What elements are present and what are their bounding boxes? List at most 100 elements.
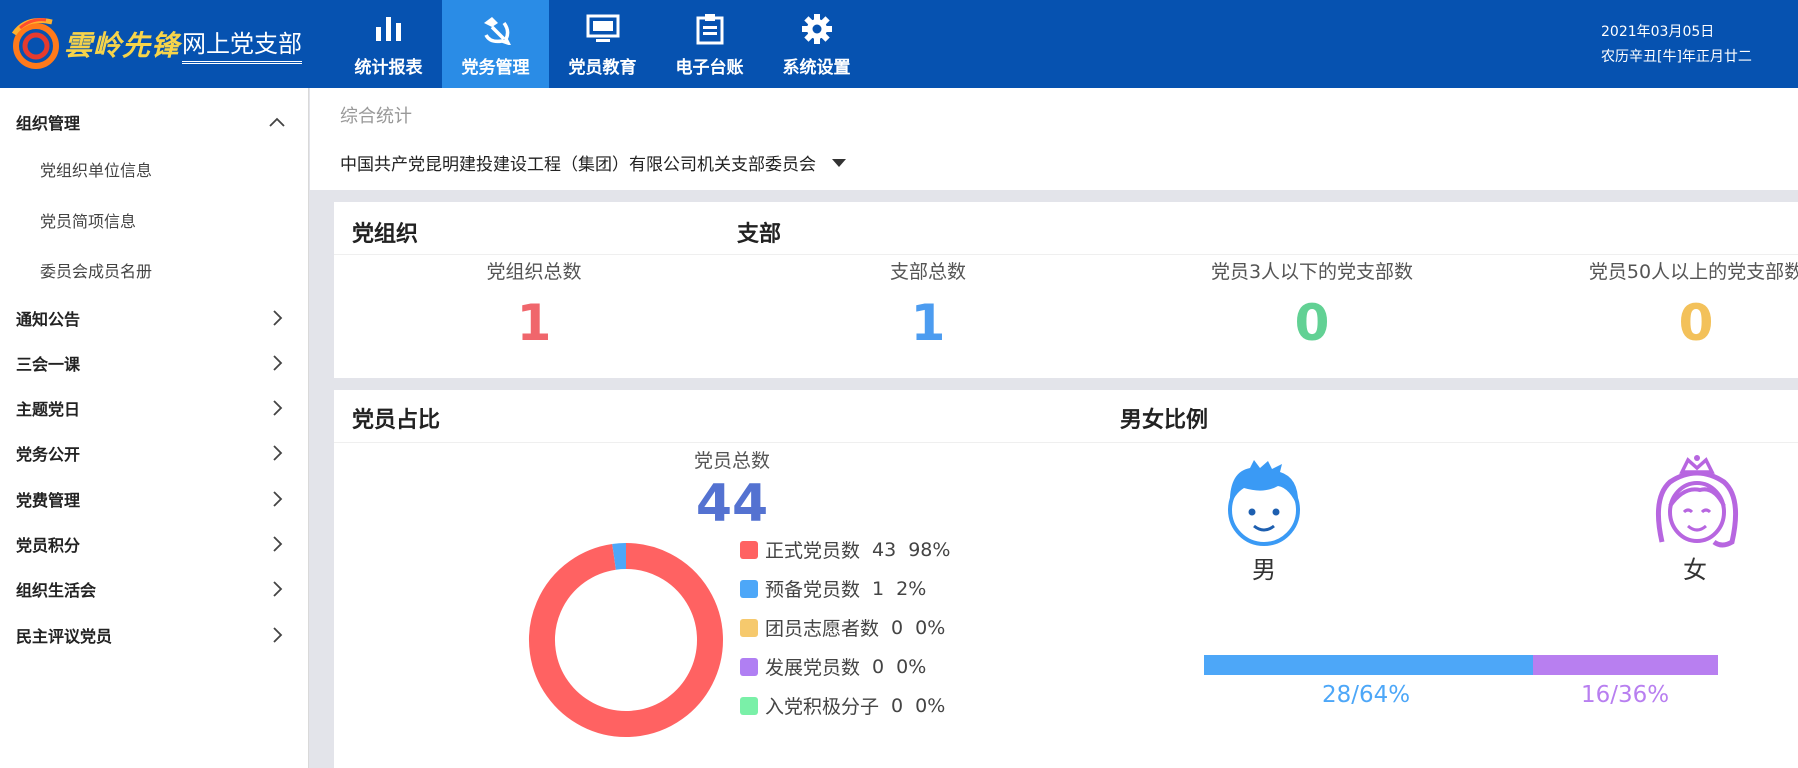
legend-count: 43 [872, 538, 897, 561]
male-label: 男 [1252, 556, 1276, 584]
member-donut-chart [529, 543, 723, 737]
legend-label: 预备党员数 [765, 579, 861, 601]
top-bar: 雲岭先锋 网上党支部 统计报表 党务管理 党员教育 电子台账 系统设置 2021… [0, 0, 1798, 88]
sidebar-item-label: 党务公开 [16, 445, 81, 464]
gear-icon [799, 11, 835, 47]
sidebar-item-notices[interactable]: 通知公告 [0, 298, 309, 338]
legend-label: 入党积极分子 [765, 696, 880, 718]
donut-slice-0[interactable] [529, 543, 723, 737]
sidebar-item-label: 三会一课 [16, 355, 81, 374]
sidebar-group-label: 组织管理 [16, 114, 81, 133]
member-legend: 正式党员数 43 98% 预备党员数 1 2% 团员志愿者数 0 0% 发展党员… [740, 530, 950, 725]
org-stats-card: 党组织 支部 党组织总数 1 支部总数 1 党员3人以下的党支部数 0 党员50… [334, 202, 1798, 378]
sidebar-item-label: 党员积分 [16, 536, 81, 555]
stat-label: 党组织总数 [486, 261, 582, 283]
stat-label: 支部总数 [889, 261, 966, 283]
legend-item-probationary[interactable]: 预备党员数 1 2% [740, 569, 950, 608]
legend-item-formal[interactable]: 正式党员数 43 98% [740, 530, 950, 569]
nav-label: 统计报表 [354, 57, 423, 78]
male-ratio-text: 28/64% [1322, 682, 1411, 708]
sidebar-item-label: 组织生活会 [16, 581, 97, 600]
chevron-right-icon [273, 491, 283, 507]
sidebar-item-dues[interactable]: 党费管理 [0, 479, 309, 519]
sidebar-item-org-unit-info[interactable]: 党组织单位信息 [0, 149, 309, 189]
stat-value: 1 [910, 294, 946, 352]
legend-count: 1 [872, 577, 885, 600]
sidebar-item-committee-roster[interactable]: 委员会成员名册 [0, 250, 309, 290]
main-nav: 统计报表 党务管理 党员教育 电子台账 系统设置 [335, 0, 870, 88]
female-label: 女 [1683, 556, 1707, 584]
legend-percent: 2% [896, 577, 927, 600]
legend-count: 0 [891, 694, 904, 717]
sidebar-item-label: 主题党日 [16, 400, 81, 419]
lunar-date: 农历辛丑[牛]年正月廿二 [1601, 49, 1752, 65]
stat-branch-over-50: 党员50人以上的党支部数 0 [1496, 257, 1798, 352]
stat-value: 1 [516, 294, 552, 352]
nav-e-ledger[interactable]: 电子台账 [656, 0, 763, 88]
sidebar-item-label: 党员简项信息 [40, 212, 137, 231]
solar-date: 2021年03月05日 [1601, 24, 1715, 40]
sidebar-item-points[interactable]: 党员积分 [0, 524, 309, 564]
sidebar-group-org-management[interactable]: 组织管理 [0, 102, 309, 142]
legend-item-activist[interactable]: 入党积极分子 0 0% [740, 686, 950, 725]
chevron-right-icon [273, 310, 283, 326]
sidebar-item-member-brief-info[interactable]: 党员简项信息 [0, 200, 309, 240]
donut-slice-1[interactable] [612, 543, 627, 570]
legend-item-development[interactable]: 发展党员数 0 0% [740, 647, 950, 686]
legend-label: 团员志愿者数 [765, 618, 880, 640]
stat-label: 党员3人以下的党支部数 [1210, 261, 1414, 283]
nav-member-education[interactable]: 党员教育 [549, 0, 656, 88]
chevron-right-icon [273, 445, 283, 461]
logo[interactable]: 雲岭先锋 网上党支部 [6, 10, 311, 78]
card-title-branch: 支部 [737, 222, 782, 247]
stat-branch-total: 支部总数 1 [728, 257, 1128, 352]
sidebar-item-affairs-public[interactable]: 党务公开 [0, 433, 309, 473]
male-ratio-bar [1204, 655, 1533, 675]
legend-percent: 0% [915, 616, 946, 639]
sidebar-item-label: 通知公告 [16, 310, 81, 329]
female-avatar-icon [1655, 455, 1739, 548]
female-ratio-bar [1533, 655, 1718, 675]
member-total-label: 党员总数 [693, 450, 770, 472]
nav-label: 电子台账 [675, 57, 744, 78]
bar-chart-icon [371, 11, 407, 47]
nav-label: 系统设置 [782, 57, 851, 78]
org-selector[interactable]: 中国共产党昆明建投建设工程（集团）有限公司机关支部委员会 [340, 150, 846, 175]
date-display: 2021年03月05日 农历辛丑[牛]年正月廿二 [1601, 20, 1752, 70]
female-ratio-text: 16/36% [1581, 682, 1670, 708]
legend-item-league-volunteer[interactable]: 团员志愿者数 0 0% [740, 608, 950, 647]
sidebar-item-label: 委员会成员名册 [40, 262, 153, 281]
member-ratio-card: 党员占比 男女比例 党员总数 44 正式党员数 43 98% 预备党员数 1 2… [334, 390, 1798, 768]
card-title-member-ratio: 党员占比 [352, 408, 441, 433]
main-content: 综合统计 中国共产党昆明建投建设工程（集团）有限公司机关支部委员会 党组织 支部… [310, 88, 1798, 768]
stat-branch-under-3: 党员3人以下的党支部数 0 [1112, 257, 1512, 352]
legend-label: 发展党员数 [765, 657, 861, 679]
chevron-right-icon [273, 400, 283, 416]
male-avatar-icon [1228, 460, 1300, 546]
nav-stats-report[interactable]: 统计报表 [335, 0, 442, 88]
nav-system-settings[interactable]: 系统设置 [763, 0, 870, 88]
legend-percent: 0% [915, 694, 946, 717]
card-title-gender-ratio: 男女比例 [1120, 408, 1209, 433]
chevron-right-icon [273, 627, 283, 643]
legend-swatch [740, 657, 758, 676]
sidebar-item-life-meeting[interactable]: 组织生活会 [0, 569, 309, 609]
sidebar-item-three-meetings[interactable]: 三会一课 [0, 343, 309, 383]
caret-down-icon [832, 158, 846, 167]
clipboard-icon [692, 11, 728, 47]
legend-swatch [740, 696, 758, 715]
divider [334, 442, 1798, 443]
divider [334, 254, 1798, 255]
nav-party-affairs[interactable]: 党务管理 [442, 0, 549, 88]
sidebar-item-label: 党组织单位信息 [40, 161, 153, 180]
chevron-right-icon [273, 536, 283, 552]
chevron-up-icon [269, 117, 285, 127]
sidebar-item-member-evaluation[interactable]: 民主评议党员 [0, 615, 309, 655]
org-selector-value: 中国共产党昆明建投建设工程（集团）有限公司机关支部委员会 [340, 155, 816, 175]
nav-label: 党员教育 [568, 57, 637, 78]
header-area: 综合统计 中国共产党昆明建投建设工程（集团）有限公司机关支部委员会 [310, 88, 1798, 190]
logo-swirl-icon [11, 18, 59, 69]
party-emblem-icon [478, 11, 514, 47]
logo-script-text: 雲岭先锋 [64, 29, 181, 62]
sidebar-item-theme-day[interactable]: 主题党日 [0, 388, 309, 428]
